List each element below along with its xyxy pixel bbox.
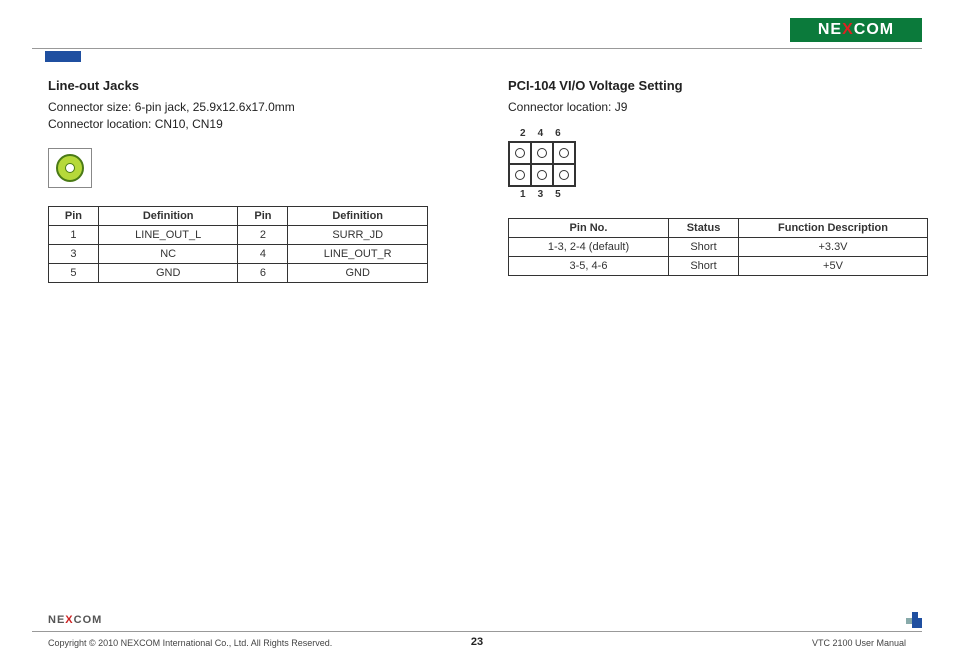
pin-hole-icon <box>515 170 525 180</box>
conn-labels-top: 2 4 6 <box>520 128 928 139</box>
lineout-jack-icon <box>48 148 92 188</box>
conn-cell <box>553 164 575 186</box>
table-row: 1 LINE_OUT_L 2 SURR_JD <box>49 225 428 244</box>
conn-label: 2 <box>520 128 526 139</box>
cell-status: Short <box>669 257 739 276</box>
cell-pinno: 3-5, 4-6 <box>509 257 669 276</box>
brand-left: NE <box>48 614 65 626</box>
right-title: PCI-104 VI/O Voltage Setting <box>508 78 928 93</box>
table-row: 1-3, 2-4 (default) Short +3.3V <box>509 238 928 257</box>
cell-func: +5V <box>739 257 928 276</box>
th-def: Definition <box>98 206 238 225</box>
footer-mark-icon <box>906 612 922 628</box>
cell-def: SURR_JD <box>288 225 428 244</box>
table-row: 3-5, 4-6 Short +5V <box>509 257 928 276</box>
cell-pin: 4 <box>238 244 288 263</box>
left-line1: Connector size: 6-pin jack, 25.9x12.6x17… <box>48 99 428 116</box>
conn-label: 6 <box>555 128 561 139</box>
lineout-pin-table: Pin Definition Pin Definition 1 LINE_OUT… <box>48 206 428 283</box>
pin-hole-icon <box>559 170 569 180</box>
voltage-setting-table: Pin No. Status Function Description 1-3,… <box>508 218 928 276</box>
cell-def: GND <box>288 263 428 282</box>
conn-cell <box>553 142 575 164</box>
jack-ring-icon <box>56 154 84 182</box>
left-title: Line-out Jacks <box>48 78 428 93</box>
right-column: PCI-104 VI/O Voltage Setting Connector l… <box>508 78 928 283</box>
pin-hole-icon <box>537 170 547 180</box>
cell-def: LINE_OUT_R <box>288 244 428 263</box>
table-row: 3 NC 4 LINE_OUT_R <box>49 244 428 263</box>
left-column: Line-out Jacks Connector size: 6-pin jac… <box>48 78 428 283</box>
cell-pin: 3 <box>49 244 99 263</box>
header-accent <box>45 51 81 62</box>
conn-cell <box>531 164 553 186</box>
j9-connector-diagram: 2 4 6 1 3 5 <box>508 128 928 200</box>
th-pin2: Pin <box>238 206 288 225</box>
table-header-row: Pin No. Status Function Description <box>509 219 928 238</box>
conn-label: 1 <box>520 189 526 200</box>
th-status: Status <box>669 219 739 238</box>
content: Line-out Jacks Connector size: 6-pin jac… <box>48 78 906 283</box>
cell-def: GND <box>98 263 238 282</box>
cell-pin: 5 <box>49 263 99 282</box>
conn-labels-bot: 1 3 5 <box>520 189 928 200</box>
cell-def: NC <box>98 244 238 263</box>
footer-rule <box>32 631 922 632</box>
brand-right: COM <box>74 614 103 626</box>
header-rule <box>32 48 922 49</box>
conn-label: 4 <box>538 128 544 139</box>
table-header-row: Pin Definition Pin Definition <box>49 206 428 225</box>
conn-cell <box>531 142 553 164</box>
th-func: Function Description <box>739 219 928 238</box>
cell-pin: 2 <box>238 225 288 244</box>
th-def2: Definition <box>288 206 428 225</box>
right-line1: Connector location: J9 <box>508 99 928 116</box>
cell-pin: 6 <box>238 263 288 282</box>
th-pin: Pin <box>49 206 99 225</box>
conn-cell <box>509 142 531 164</box>
footer-page-number: 23 <box>0 636 954 648</box>
cell-func: +3.3V <box>739 238 928 257</box>
jack-hole-icon <box>65 163 75 173</box>
pin-hole-icon <box>537 148 547 158</box>
brand-logo-header: NEXCOM <box>790 18 922 42</box>
cell-pinno: 1-3, 2-4 (default) <box>509 238 669 257</box>
left-line2: Connector location: CN10, CN19 <box>48 116 428 133</box>
page: NEXCOM Line-out Jacks Connector size: 6-… <box>0 0 954 672</box>
cell-pin: 1 <box>49 225 99 244</box>
conn-label: 5 <box>555 189 561 200</box>
th-pinno: Pin No. <box>509 219 669 238</box>
brand-logo-footer: NEXCOM <box>48 614 102 626</box>
brand-x: X <box>65 614 73 626</box>
footer-doc-title: VTC 2100 User Manual <box>812 638 906 648</box>
pin-hole-icon <box>559 148 569 158</box>
brand-left: NE <box>818 21 842 38</box>
pin-hole-icon <box>515 148 525 158</box>
cell-def: LINE_OUT_L <box>98 225 238 244</box>
brand-x: X <box>842 21 854 38</box>
brand-right: COM <box>854 21 894 38</box>
conn-grid <box>508 141 576 187</box>
conn-label: 3 <box>538 189 544 200</box>
cell-status: Short <box>669 238 739 257</box>
conn-cell <box>509 164 531 186</box>
table-row: 5 GND 6 GND <box>49 263 428 282</box>
